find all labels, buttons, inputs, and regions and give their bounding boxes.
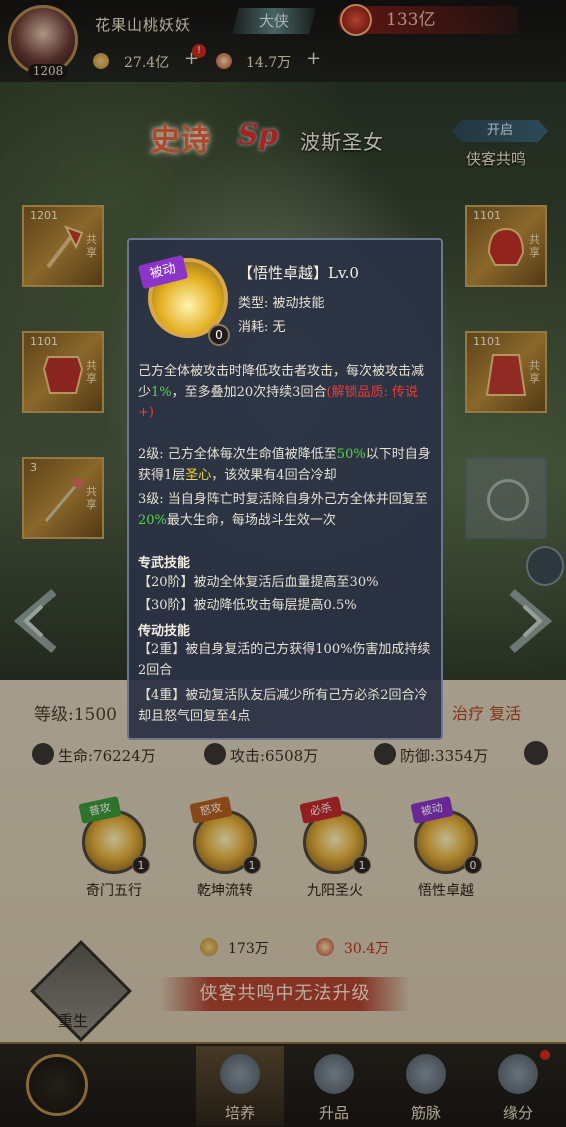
skill-level: 0 [208, 324, 230, 346]
exclusive-skill-heading: 专武技能 [138, 556, 191, 571]
exclusive-skill-30: 【30阶】被动降低攻击每层提高0.5% [138, 598, 357, 613]
tooltip-type: 类型: 被动技能 [238, 296, 325, 311]
legacy-skill-2: 【2重】被自身复活的己方获得100%伤害加成持续2回合 [138, 642, 431, 678]
tooltip-level3: 3级: 当自身阵亡时复活除自身外己方全体并回复至20%最大生命，每场战斗生效一次 [138, 492, 428, 528]
tooltip-description: 己方全体被攻击时降低攻击者攻击，每次被攻击减少1%，至多叠加20次持续3回合(解… [138, 364, 425, 420]
tooltip-title: 【悟性卓越】Lv.0 [238, 264, 359, 282]
exclusive-skill-20: 【20阶】被动全体复活后血量提高至30% [138, 575, 379, 590]
tooltip-level2: 2级: 己方全体每次生命值被降低至50%以下时自身获得1层圣心，该效果有4回合冷… [138, 447, 431, 483]
legacy-skill-heading: 传动技能 [138, 624, 191, 639]
legacy-skill-4: 【4重】被动复活队友后减少所有己方必杀2回合冷却且怒气回复至4点 [138, 688, 428, 724]
tooltip-cost: 消耗: 无 [238, 320, 286, 335]
